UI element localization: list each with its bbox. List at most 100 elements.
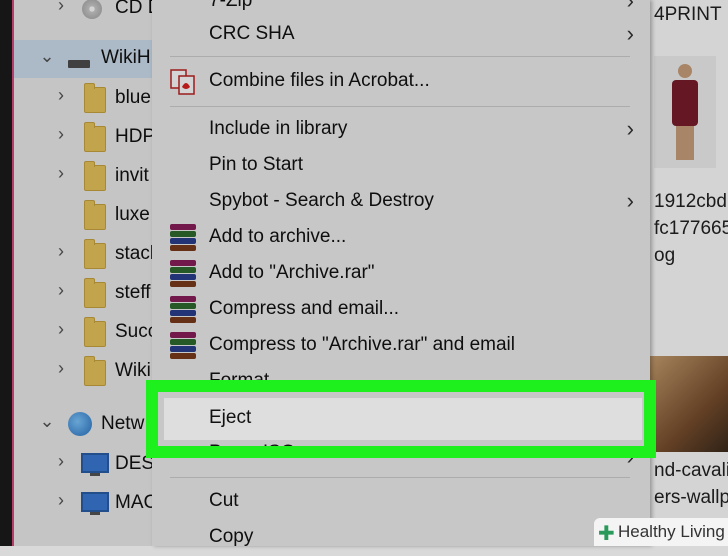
folder-icon — [84, 356, 106, 386]
menu-item-add-archive[interactable]: Add to archive... — [152, 220, 650, 256]
watermark: ✚ Healthy Living — [594, 518, 728, 546]
menu-item-compress-email[interactable]: Compress and email... — [152, 292, 650, 328]
chevron-right-icon: › — [626, 116, 634, 141]
nav-item-label: Netw — [101, 413, 145, 434]
menu-item-compress-rar-email[interactable]: Compress to "Archive.rar" and email — [152, 328, 650, 364]
menu-item-label: Cut — [209, 490, 239, 511]
file-name[interactable]: 1912cbd1 — [654, 191, 728, 213]
file-thumbnail[interactable] — [654, 56, 716, 168]
chevron-right-icon[interactable]: › — [50, 280, 72, 301]
menu-item-crc-sha[interactable]: CRC SHA › — [152, 17, 650, 53]
nav-item-computer[interactable]: › MAC — [14, 484, 164, 522]
nav-item-folder[interactable]: › HDP — [14, 118, 164, 156]
nav-item-wikihow-drive[interactable]: ⌄ WikiH — [14, 40, 164, 78]
chevron-right-icon[interactable]: › — [50, 124, 72, 145]
menu-item-copy[interactable]: Copy — [152, 520, 650, 556]
nav-item-folder[interactable]: luxe — [14, 196, 164, 234]
chevron-right-icon[interactable]: › — [50, 85, 72, 106]
chevron-down-icon[interactable]: ⌄ — [36, 46, 58, 67]
menu-item-label: Compress and email... — [209, 298, 400, 319]
nav-item-folder[interactable]: › steff — [14, 274, 164, 312]
menu-separator — [170, 56, 630, 57]
file-name[interactable]: og — [654, 245, 675, 267]
folder-icon — [84, 317, 106, 347]
network-icon — [68, 412, 92, 436]
winrar-icon — [170, 260, 196, 288]
nav-item-folder[interactable]: › stacl — [14, 235, 164, 273]
thumbnail-content — [678, 64, 692, 78]
file-name[interactable]: nd-cavali — [654, 460, 728, 482]
file-name[interactable]: ers-wallp — [654, 487, 728, 509]
folder-icon — [84, 122, 106, 152]
menu-item-label: Eject — [209, 407, 252, 428]
menu-item-add-archive-rar[interactable]: Add to "Archive.rar" — [152, 256, 650, 292]
nav-item-label: invit — [115, 165, 149, 186]
menu-item-label: Add to archive... — [209, 226, 347, 247]
chevron-right-icon: › — [626, 188, 634, 213]
menu-item-label: Compress to "Archive.rar" and email — [209, 334, 515, 355]
plus-icon: ✚ — [598, 523, 615, 545]
nav-item-label: HDP — [115, 126, 156, 147]
nav-item-label: steff — [115, 282, 151, 303]
chevron-right-icon[interactable]: › — [50, 451, 72, 472]
nav-item-cd-drive[interactable]: › CD D — [14, 0, 164, 27]
nav-item-folder[interactable]: › Succ — [14, 313, 164, 351]
thumbnail-content — [676, 126, 694, 160]
menu-item-label: 7-Zip — [209, 0, 253, 11]
winrar-icon — [170, 332, 196, 360]
file-list-pane[interactable]: 4PRINT 1912cbd1 fc177665 og nd-cavali er… — [650, 0, 728, 546]
winrar-icon — [170, 296, 196, 324]
file-name[interactable]: 4PRINT — [654, 4, 722, 26]
menu-item-eject[interactable]: Eject — [164, 398, 642, 440]
chevron-right-icon[interactable]: › — [50, 0, 72, 16]
folder-icon — [84, 161, 106, 191]
chevron-right-icon: › — [626, 21, 634, 46]
menu-item-combine-acrobat[interactable]: Combine files in Acrobat... — [152, 64, 650, 100]
nav-item-label: blue — [115, 87, 151, 108]
nav-item-network[interactable]: ⌄ Netw — [14, 405, 164, 443]
folder-icon — [84, 200, 106, 230]
file-name[interactable]: fc177665 — [654, 218, 728, 240]
folder-icon — [84, 83, 106, 113]
thumbnail-content — [672, 80, 698, 126]
folder-icon — [84, 278, 106, 308]
acrobat-icon — [170, 69, 195, 95]
nav-item-folder[interactable]: › blue — [14, 79, 164, 117]
chevron-right-icon[interactable]: › — [50, 490, 72, 511]
computer-icon — [81, 492, 109, 515]
chevron-right-icon[interactable]: › — [50, 319, 72, 340]
drive-icon — [68, 60, 90, 68]
nav-item-label: luxe — [115, 204, 150, 225]
menu-item-label: Combine files in Acrobat... — [209, 70, 430, 91]
chevron-right-icon[interactable]: › — [50, 163, 72, 184]
menu-item-label: Copy — [209, 526, 254, 547]
computer-icon — [81, 453, 109, 476]
file-thumbnail[interactable] — [650, 356, 728, 452]
nav-item-computer[interactable]: › DESK — [14, 445, 167, 483]
menu-item-pin-start[interactable]: Pin to Start — [152, 148, 650, 184]
nav-item-folder[interactable]: › invit — [14, 157, 164, 195]
nav-item-label: Wiki — [115, 360, 151, 381]
watermark-text: Healthy Living — [618, 522, 725, 541]
menu-separator — [170, 106, 630, 107]
nav-item-label: WikiH — [101, 47, 151, 68]
menu-item-label: Pin to Start — [209, 154, 303, 175]
nav-item-label: Succ — [115, 321, 158, 342]
nav-item-label: stacl — [115, 243, 155, 264]
chevron-right-icon[interactable]: › — [50, 358, 72, 379]
nav-item-label: MAC — [115, 492, 158, 513]
menu-item-include-library[interactable]: Include in library › — [152, 112, 650, 148]
folder-icon — [84, 239, 106, 269]
navigation-pane[interactable]: › CD D ⌄ WikiH › blue › HDP › invit luxe… — [14, 0, 167, 546]
chevron-right-icon[interactable]: › — [50, 241, 72, 262]
menu-item-label: CRC SHA — [209, 23, 295, 44]
context-menu[interactable]: 7-Zip › CRC SHA › Combine files in Acrob… — [152, 0, 650, 547]
menu-item-label: Spybot - Search & Destroy — [209, 190, 434, 211]
menu-item-label: Add to "Archive.rar" — [209, 262, 375, 283]
winrar-icon — [170, 224, 196, 252]
menu-item-cut[interactable]: Cut — [152, 484, 650, 520]
chevron-down-icon[interactable]: ⌄ — [36, 411, 58, 432]
menu-item-spybot[interactable]: Spybot - Search & Destroy › — [152, 184, 650, 220]
menu-item-label: Include in library — [209, 118, 348, 139]
nav-item-folder[interactable]: › Wiki — [14, 352, 164, 390]
